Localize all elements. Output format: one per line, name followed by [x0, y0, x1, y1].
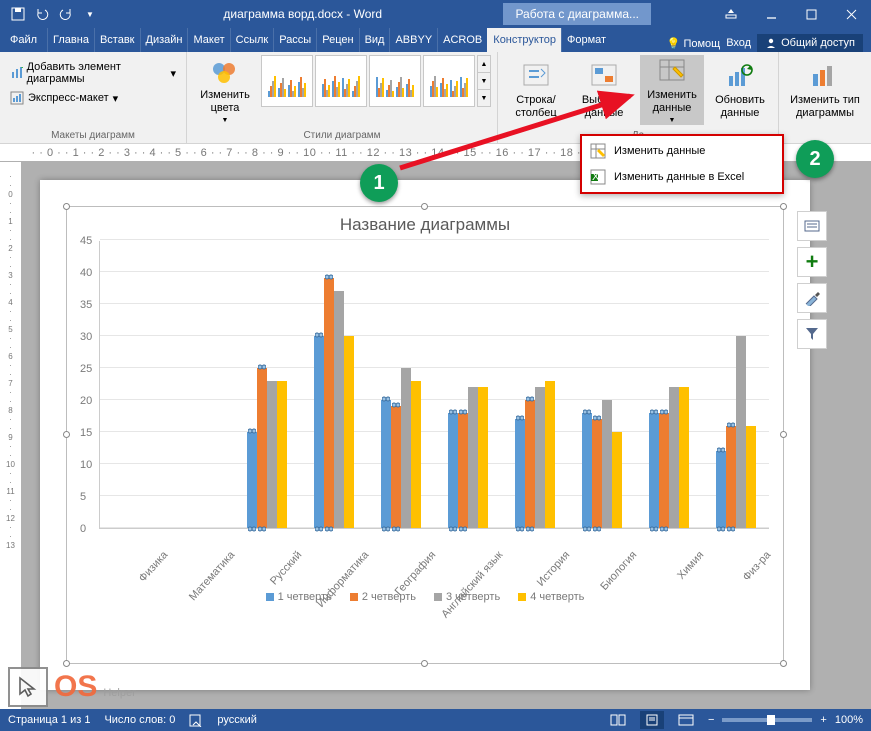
watermark-logo: OS Helper [8, 667, 136, 707]
annotation-callout-2: 2 [796, 140, 834, 178]
share-button[interactable]: Общий доступ [757, 34, 863, 52]
quick-layout-button[interactable]: Экспресс-макет ▾ [6, 89, 122, 107]
chart-filters-icon[interactable] [797, 319, 827, 349]
annotation-callout-1: 1 [360, 164, 398, 202]
vertical-ruler: ··0··1··2··3··4··5··6··7··8··9··10··11··… [0, 162, 22, 709]
chart-title[interactable]: Название диаграммы [75, 215, 775, 235]
status-wordcount[interactable]: Число слов: 0 [104, 714, 175, 726]
undo-icon[interactable] [30, 2, 54, 26]
view-read-icon[interactable] [610, 714, 626, 726]
chart-object[interactable]: + Название диаграммы 051015202530354045 … [66, 206, 784, 664]
zoom-level[interactable]: 100% [835, 714, 863, 726]
tab-view[interactable]: Вид [359, 28, 390, 52]
tab-insert[interactable]: Вставк [94, 28, 140, 52]
change-chart-type-button[interactable]: Изменить тип диаграммы [785, 55, 865, 125]
view-print-icon[interactable] [640, 711, 664, 729]
tab-acrobat[interactable]: ACROB [437, 28, 487, 52]
title-bar: ▼ диаграмма ворд.docx - Word Работа с ди… [0, 0, 871, 28]
ribbon-options-icon[interactable] [711, 0, 751, 28]
status-bar: Страница 1 из 1 Число слов: 0 русский − … [0, 709, 871, 731]
tab-home[interactable]: Главна [47, 28, 94, 52]
tab-chart-format[interactable]: Формат [561, 28, 611, 52]
chart-plot-area[interactable]: 051015202530354045 [99, 241, 769, 529]
add-chart-element-button[interactable]: +Добавить элемент диаграммы ▾ [6, 59, 180, 87]
tab-abbyy[interactable]: ABBYY [389, 28, 437, 52]
tab-layout[interactable]: Макет [187, 28, 229, 52]
tab-design[interactable]: Дизайн [140, 28, 188, 52]
minimize-icon[interactable] [751, 0, 791, 28]
tab-review[interactable]: Рецен [316, 28, 358, 52]
chart-layout-options-icon[interactable] [797, 211, 827, 241]
status-language[interactable]: русский [217, 714, 256, 726]
tab-mailings[interactable]: Рассы [273, 28, 316, 52]
status-page[interactable]: Страница 1 из 1 [8, 714, 90, 726]
group-layouts-label: Макеты диаграмм [6, 130, 180, 143]
zoom-in-icon[interactable]: + [820, 714, 826, 726]
change-colors-button[interactable]: Изменить цвета▼ [193, 55, 257, 125]
redo-icon[interactable] [54, 2, 78, 26]
close-icon[interactable] [831, 0, 871, 28]
qat-dropdown-icon[interactable]: ▼ [78, 2, 102, 26]
maximize-icon[interactable] [791, 0, 831, 28]
tab-references[interactable]: Ссылк [230, 28, 274, 52]
chart-styles-icon[interactable] [797, 283, 827, 313]
zoom-out-icon[interactable]: − [708, 714, 714, 726]
save-icon[interactable] [6, 2, 30, 26]
proofing-icon[interactable] [189, 713, 203, 727]
zoom-slider[interactable] [722, 718, 812, 722]
edit-data-button[interactable]: Изменить данные▼ [640, 55, 704, 125]
refresh-data-button[interactable]: Обновить данные [708, 55, 772, 125]
view-web-icon[interactable] [678, 714, 694, 726]
ribbon-tabs: Файл Главна Вставк Дизайн Макет Ссылк Ра… [0, 28, 871, 52]
tab-file[interactable]: Файл [0, 28, 47, 52]
document-area: ··0··1··2··3··4··5··6··7··8··9··10··11··… [0, 162, 871, 709]
tell-me[interactable]: 💡 Помощ [667, 37, 721, 50]
tab-chart-design[interactable]: Конструктор [487, 28, 561, 52]
window-title: диаграмма ворд.docx - Word [102, 7, 503, 21]
signin[interactable]: Вход [726, 37, 751, 49]
context-tab-label: Работа с диаграмма... [503, 3, 651, 25]
page: + Название диаграммы 051015202530354045 … [40, 180, 810, 690]
svg-text:+: + [21, 66, 23, 74]
chart-elements-icon[interactable]: + [797, 247, 827, 277]
chart-x-axis: ФизикаМатематикаРусскийИнформатикаГеогра… [99, 529, 769, 587]
